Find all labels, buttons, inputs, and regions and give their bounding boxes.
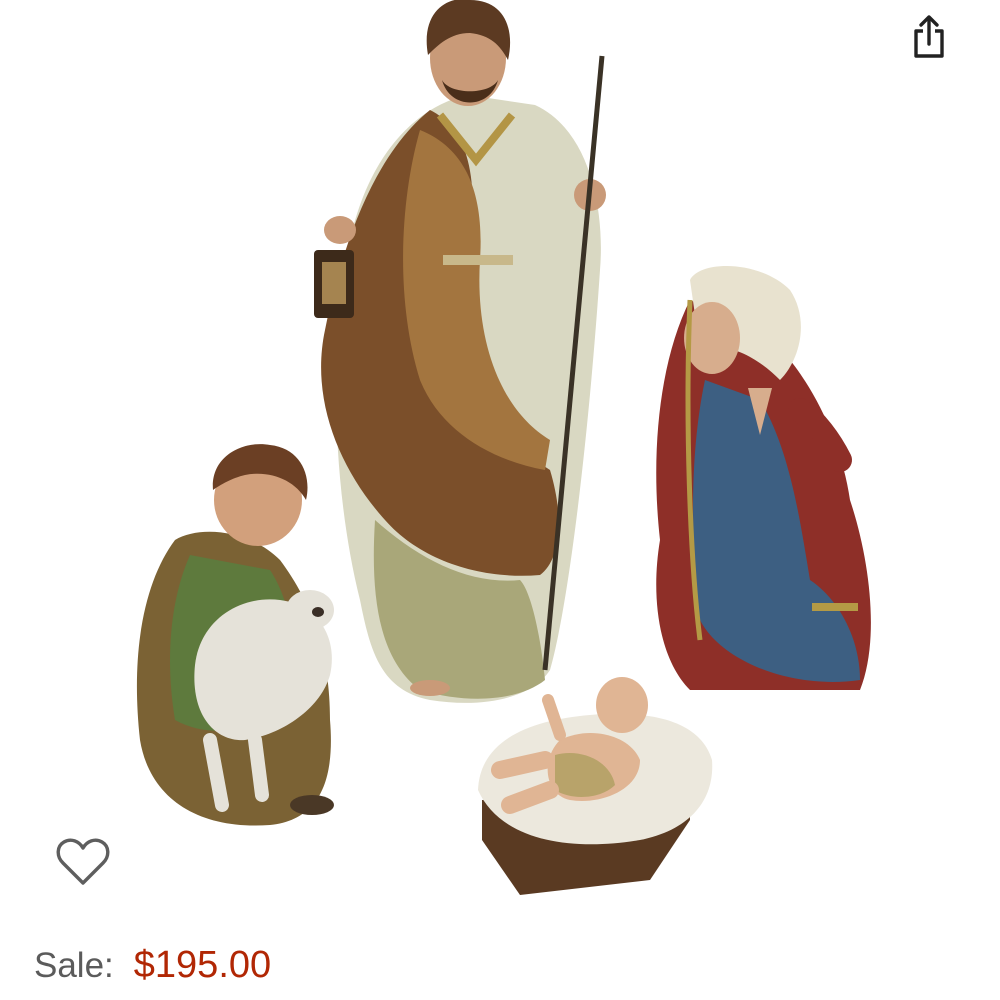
sale-label: Sale: <box>34 946 114 985</box>
favorite-button[interactable] <box>50 832 116 894</box>
mary-figure <box>656 266 871 690</box>
price-row: Sale: $195.00 <box>34 944 271 994</box>
heart-outline-icon <box>56 838 110 885</box>
shepherd-figure <box>136 444 334 826</box>
share-icon <box>914 15 944 58</box>
sale-price: $195.00 <box>133 944 272 986</box>
infant-manger-figure <box>478 677 713 895</box>
share-button[interactable] <box>904 12 954 62</box>
joseph-figure <box>314 0 606 703</box>
product-image[interactable] <box>120 0 880 900</box>
